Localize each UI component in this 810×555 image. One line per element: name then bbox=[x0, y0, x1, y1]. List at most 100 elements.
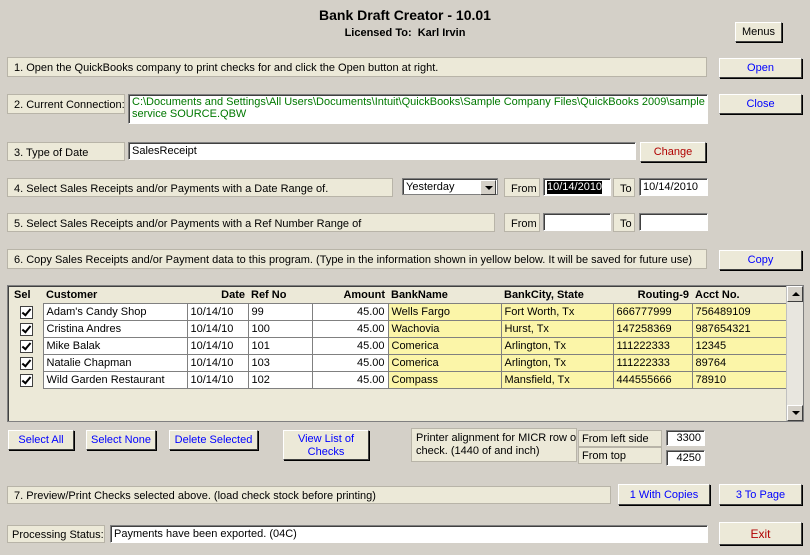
table-header-row: Sel Customer Date Ref No Amount BankName… bbox=[11, 287, 788, 304]
cell-bankname[interactable]: Comerica bbox=[387, 354, 502, 372]
cell-date[interactable]: 10/14/10 bbox=[186, 371, 249, 389]
cell-bankname[interactable]: Comerica bbox=[387, 337, 502, 355]
table-row[interactable]: Mike Balak 10/14/10 101 45.00 Comerica A… bbox=[11, 337, 789, 355]
cell-customer[interactable]: Mike Balak bbox=[42, 337, 188, 355]
cell-ref[interactable]: 100 bbox=[247, 320, 313, 338]
select-all-button[interactable]: Select All bbox=[8, 430, 74, 450]
cell-routing[interactable]: 111222333 bbox=[612, 337, 693, 355]
cell-bankcity[interactable]: Mansfield, Tx bbox=[500, 371, 614, 389]
top-field[interactable]: 4250 bbox=[666, 450, 705, 466]
left-side-field[interactable]: 3300 bbox=[666, 430, 705, 446]
scroll-down-icon[interactable] bbox=[787, 405, 803, 421]
col-bankcity[interactable]: BankCity, State bbox=[501, 287, 613, 304]
cell-acct[interactable]: 78910 bbox=[691, 371, 789, 389]
cell-bankname[interactable]: Wells Fargo bbox=[387, 303, 502, 321]
exit-button[interactable]: Exit bbox=[719, 522, 802, 545]
step3-label: 3. Type of Date bbox=[7, 142, 125, 161]
status-field: Payments have been exported. (04C) bbox=[110, 525, 708, 543]
cell-routing[interactable]: 111222333 bbox=[612, 354, 693, 372]
cell-routing[interactable]: 666777999 bbox=[612, 303, 693, 321]
scroll-up-icon[interactable] bbox=[787, 286, 803, 302]
col-ref[interactable]: Ref No bbox=[248, 287, 312, 304]
ref-from-label: From bbox=[504, 213, 540, 232]
cell-amount[interactable]: 45.00 bbox=[311, 371, 389, 389]
col-customer[interactable]: Customer bbox=[43, 287, 187, 304]
cell-acct[interactable]: 987654321 bbox=[691, 320, 789, 338]
cell-ref[interactable]: 101 bbox=[247, 337, 313, 355]
date-type-field[interactable]: SalesReceipt bbox=[128, 142, 636, 160]
cell-bankcity[interactable]: Arlington, Tx bbox=[500, 337, 614, 355]
cell-date[interactable]: 10/14/10 bbox=[186, 320, 249, 338]
row-select-checkbox[interactable] bbox=[11, 303, 43, 321]
cell-date[interactable]: 10/14/10 bbox=[186, 337, 249, 355]
delete-selected-button[interactable]: Delete Selected bbox=[169, 430, 258, 450]
with-copies-button[interactable]: 1 With Copies bbox=[618, 484, 710, 505]
change-button[interactable]: Change bbox=[640, 142, 706, 162]
cell-amount[interactable]: 45.00 bbox=[311, 354, 389, 372]
to-page-button[interactable]: 3 To Page bbox=[719, 484, 802, 505]
col-sel[interactable]: Sel bbox=[11, 287, 43, 304]
cell-amount[interactable]: 45.00 bbox=[311, 303, 389, 321]
cell-customer[interactable]: Adam's Candy Shop bbox=[42, 303, 188, 321]
close-button[interactable]: Close bbox=[719, 94, 802, 114]
licensed-label: Licensed To: bbox=[344, 27, 412, 39]
cell-bankcity[interactable]: Arlington, Tx bbox=[500, 354, 614, 372]
receipts-table: Sel Customer Date Ref No Amount BankName… bbox=[11, 287, 789, 389]
licensee-name: Karl Irvin bbox=[417, 27, 466, 39]
select-none-button[interactable]: Select None bbox=[86, 430, 156, 450]
date-preset-select[interactable]: Yesterday bbox=[402, 178, 498, 195]
ref-to-field[interactable] bbox=[639, 213, 708, 231]
cell-routing[interactable]: 147258369 bbox=[612, 320, 693, 338]
table-row[interactable]: Wild Garden Restaurant 10/14/10 102 45.0… bbox=[11, 371, 789, 389]
view-list-button[interactable]: View List of Checks bbox=[283, 430, 369, 460]
col-routing[interactable]: Routing-9 bbox=[613, 287, 692, 304]
cell-routing[interactable]: 444555666 bbox=[612, 371, 693, 389]
status-label: Processing Status: bbox=[7, 525, 105, 543]
step4-label: 4. Select Sales Receipts and/or Payments… bbox=[7, 178, 393, 197]
cell-amount[interactable]: 45.00 bbox=[311, 337, 389, 355]
cell-customer[interactable]: Cristina Andres bbox=[42, 320, 188, 338]
cell-ref[interactable]: 102 bbox=[247, 371, 313, 389]
col-acct[interactable]: Acct No. bbox=[692, 287, 788, 304]
cell-bankcity[interactable]: Hurst, Tx bbox=[500, 320, 614, 338]
cell-bankname[interactable]: Wachovia bbox=[387, 320, 502, 338]
cell-amount[interactable]: 45.00 bbox=[311, 320, 389, 338]
cell-ref[interactable]: 103 bbox=[247, 354, 313, 372]
date-from-field[interactable]: 10/14/2010 bbox=[543, 178, 611, 196]
cell-date[interactable]: 10/14/10 bbox=[186, 303, 249, 321]
grid-scrollbar[interactable] bbox=[786, 286, 803, 421]
cell-bankname[interactable]: Compass bbox=[387, 371, 502, 389]
checkmark-icon bbox=[20, 322, 34, 336]
table-row[interactable]: Natalie Chapman 10/14/10 103 45.00 Comer… bbox=[11, 354, 789, 372]
date-to-field[interactable]: 10/14/2010 bbox=[639, 178, 708, 196]
cell-acct[interactable]: 12345 bbox=[691, 337, 789, 355]
copy-button[interactable]: Copy bbox=[719, 250, 802, 270]
cell-customer[interactable]: Wild Garden Restaurant bbox=[42, 371, 188, 389]
ref-from-field[interactable] bbox=[543, 213, 611, 231]
row-select-checkbox[interactable] bbox=[11, 320, 43, 338]
menus-button[interactable]: Menus bbox=[735, 22, 782, 42]
open-button[interactable]: Open bbox=[719, 58, 802, 78]
checkmark-icon bbox=[20, 356, 34, 370]
col-date[interactable]: Date bbox=[187, 287, 248, 304]
col-bankname[interactable]: BankName bbox=[388, 287, 501, 304]
table-row[interactable]: Cristina Andres 10/14/10 100 45.00 Wacho… bbox=[11, 320, 789, 338]
row-select-checkbox[interactable] bbox=[11, 337, 43, 355]
receipts-grid[interactable]: Sel Customer Date Ref No Amount BankName… bbox=[7, 285, 804, 422]
cell-acct[interactable]: 756489109 bbox=[691, 303, 789, 321]
col-amount[interactable]: Amount bbox=[312, 287, 388, 304]
cell-acct[interactable]: 89764 bbox=[691, 354, 789, 372]
row-select-checkbox[interactable] bbox=[11, 354, 43, 372]
date-to-label: To bbox=[613, 178, 635, 197]
cell-date[interactable]: 10/14/10 bbox=[186, 354, 249, 372]
date-preset-value: Yesterday bbox=[406, 181, 455, 193]
top-label: From top bbox=[578, 447, 662, 464]
date-from-value: 10/14/2010 bbox=[547, 181, 603, 194]
row-select-checkbox[interactable] bbox=[11, 371, 43, 389]
table-row[interactable]: Adam's Candy Shop 10/14/10 99 45.00 Well… bbox=[11, 303, 789, 321]
chevron-down-icon[interactable] bbox=[480, 180, 496, 195]
cell-customer[interactable]: Natalie Chapman bbox=[42, 354, 188, 372]
cell-bankcity[interactable]: Fort Worth, Tx bbox=[500, 303, 614, 321]
cell-ref[interactable]: 99 bbox=[247, 303, 313, 321]
step7-label: 7. Preview/Print Checks selected above. … bbox=[7, 486, 611, 504]
